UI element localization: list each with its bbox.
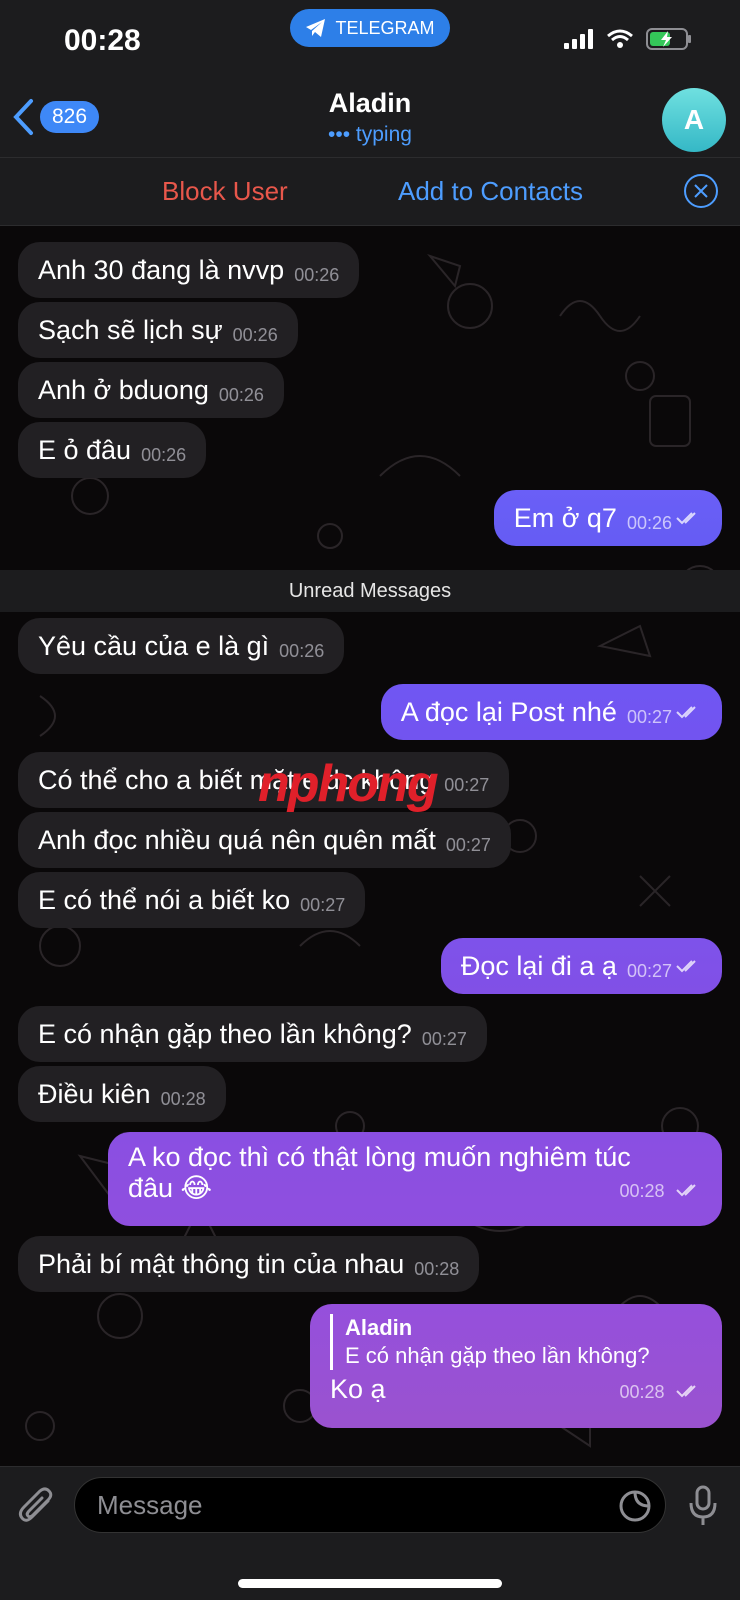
message-incoming[interactable]: Yêu cầu của e là gì 00:26 [18,618,345,674]
message-incoming[interactable]: E có thể nói a biết ko 00:27 [18,872,366,928]
read-check-icon [676,1385,696,1398]
status-icons [564,28,692,50]
message-time: 00:26 [279,640,325,661]
typing-indicator: ••• typing [0,123,740,147]
message-text: Yêu cầu của e là gì [38,630,270,661]
clock: 00:28 [64,24,141,57]
message-text: Anh 30 đang là nvvp [38,254,285,285]
typing-dots-icon: ••• [328,123,351,146]
message-time: 00:27 [421,1028,467,1049]
read-check-icon [676,960,696,973]
message-incoming[interactable]: Phải bí mật thông tin của nhau 00:28 [18,1236,480,1292]
microphone-icon[interactable] [688,1485,718,1527]
close-icon [694,184,708,198]
message-time: 00:28 [619,1382,665,1402]
chat-area[interactable]: Anh 30 đang là nvvp 00:26 Sạch sẽ lịch s… [0,226,740,1466]
message-incoming[interactable]: E có nhận gặp theo lần không? 00:27 [18,1006,487,1062]
message-text: Ko ạ [330,1374,386,1404]
unread-messages-divider: Unread Messages [0,570,740,612]
message-time: 00:27 [626,706,672,727]
read-check-icon [676,1184,696,1197]
watermark-logo: nphong [258,754,439,814]
message-incoming[interactable]: Điều kiên 00:28 [18,1066,226,1122]
message-incoming[interactable]: Anh ở bduong 00:26 [18,362,284,418]
contact-action-bar: Block User Add to Contacts [0,158,740,226]
message-time: 00:28 [414,1258,460,1279]
message-text: Em ở q7 [513,502,617,533]
message-text: E có thể nói a biết ko [38,884,291,915]
message-text: Đọc lại đi a ạ [460,950,617,981]
avatar[interactable]: A [662,88,726,152]
message-time: 00:26 [232,324,278,345]
message-time: 00:27 [300,894,346,915]
message-text: Anh đọc nhiều quá nên quên mất [38,824,436,855]
reply-author: Aladin [345,1315,413,1340]
block-user-button[interactable]: Block User [162,176,288,207]
message-time: 00:26 [141,444,187,465]
message-text: E ỏ đâu [38,434,132,465]
typing-status: typing [355,123,412,146]
message-input-bar [0,1466,740,1600]
message-time: 00:26 [218,384,264,405]
telegram-pill[interactable]: TELEGRAM [290,9,450,47]
message-outgoing-reply[interactable]: Aladin E có nhận gặp theo lần không? Ko … [310,1304,722,1428]
message-time: 00:27 [626,960,672,981]
telegram-icon [306,19,326,37]
reply-text: E có nhận gặp theo lần không? [345,1343,650,1368]
message-text: Sạch sẽ lịch sự [38,314,223,345]
message-outgoing[interactable]: A đọc lại Post nhé 00:27 [380,684,722,740]
signal-icon [564,29,593,49]
message-text: A đọc lại Post nhé [400,696,617,727]
message-text: Phải bí mật thông tin của nhau [38,1248,405,1279]
message-time: 00:26 [626,512,672,533]
chat-title-area[interactable]: Aladin ••• typing [0,88,740,147]
message-outgoing[interactable]: A ko đọc thì có thật lòng muốn nghiêm tú… [108,1132,722,1226]
wifi-icon [607,29,633,48]
message-time: 00:28 [160,1088,206,1109]
chat-title: Aladin [328,88,412,118]
close-action-bar-button[interactable] [684,174,718,208]
telegram-pill-label: TELEGRAM [335,17,435,38]
message-time: 00:27 [445,834,491,855]
sticker-icon[interactable] [618,1489,652,1523]
message-outgoing[interactable]: Em ở q7 00:26 [493,490,722,546]
reply-quote[interactable]: Aladin E có nhận gặp theo lần không? [330,1314,702,1370]
message-incoming[interactable]: E ỏ đâu 00:26 [18,422,207,478]
watermark-text: nphong [258,755,439,813]
read-check-icon [676,706,696,719]
status-bar: 00:28 TELEGRAM [0,0,740,80]
home-indicator [238,1579,502,1588]
paperclip-icon[interactable] [18,1487,58,1531]
add-to-contacts-button[interactable]: Add to Contacts [398,176,583,207]
message-time: 00:26 [294,264,340,285]
battery-charging-icon [646,28,691,50]
message-text: E có nhận gặp theo lần không? [38,1018,412,1049]
message-input[interactable] [74,1477,666,1533]
message-incoming[interactable]: Anh đọc nhiều quá nên quên mất 00:27 [18,812,511,868]
message-text-line: A ko đọc thì có thật lòng muốn nghiêm tú… [128,1142,631,1172]
message-text: Anh ở bduong [38,374,209,405]
read-check-icon [676,512,696,525]
message-incoming[interactable]: Anh 30 đang là nvvp 00:26 [18,242,360,298]
chat-header: 826 Aladin ••• typing A [0,80,740,158]
message-time: 00:27 [444,774,490,795]
message-incoming[interactable]: Sạch sẽ lịch sự 00:26 [18,302,298,358]
message-text: Điều kiên [38,1078,151,1109]
message-outgoing[interactable]: Đọc lại đi a ạ 00:27 [440,938,722,994]
message-text-line: đâu 😂 [128,1173,213,1203]
message-time: 00:28 [619,1181,665,1201]
